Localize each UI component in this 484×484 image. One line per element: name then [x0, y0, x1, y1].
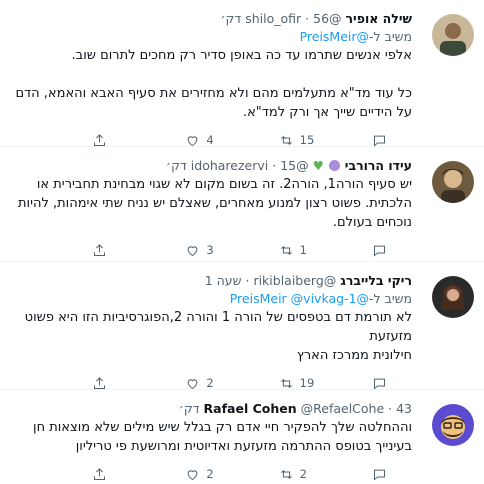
share-icon — [94, 243, 105, 256]
reply-button[interactable] — [372, 133, 412, 148]
heart-icon — [187, 469, 198, 480]
retweet-button[interactable]: 15 — [279, 133, 319, 148]
like-button[interactable]: 2 — [185, 467, 225, 482]
like-button[interactable]: 4 — [185, 133, 225, 148]
author-handle[interactable]: @rikiblaiberg — [253, 273, 336, 288]
retweet-count: 2 — [299, 467, 307, 481]
share-icon — [94, 133, 105, 146]
heart-icon — [187, 245, 198, 256]
reply-context: משיב ל-@PreisMeir @vivkag-1 — [12, 290, 412, 308]
tweet-feed: שילה אופיר @shilo_ofir · 56 דק׳ משיב ל-@… — [0, 0, 484, 481]
like-count: 2 — [206, 467, 214, 481]
retweet-icon — [280, 378, 292, 388]
purple-circle-icon — [328, 160, 340, 171]
share-button[interactable] — [92, 243, 132, 258]
reply-prefix: משיב ל- — [369, 291, 412, 306]
retweet-count: 15 — [299, 133, 315, 147]
author-name[interactable]: Rafael Cohen — [204, 401, 297, 416]
tweet-actions: 3 1 — [92, 240, 412, 260]
tweet[interactable]: Rafael Cohen @RefaelCohe · 43 דק׳ וההחלט… — [0, 390, 484, 481]
share-button[interactable] — [92, 376, 132, 391]
tweet-text: וההחלטה שלך להפקיר חיי אדם רק בגלל שיש מ… — [28, 420, 412, 454]
tweet-text: אלפי אנשים שתרמו עד כה באופן סדיר רק מחכ… — [15, 48, 412, 120]
retweet-icon — [280, 469, 292, 479]
reply-prefix: משיב ל- — [369, 29, 412, 44]
tweet-actions: 2 2 — [92, 464, 412, 484]
tweet-header: עידו הרורבי ♥ @idoharezervi · 15 דק׳ — [165, 158, 412, 173]
share-icon — [94, 376, 105, 389]
tweet-header: ריקי בלייברג @rikiblaiberg · שעה 1 — [204, 273, 412, 288]
reply-context: משיב ל-@PreisMeir — [12, 28, 412, 46]
timestamp[interactable]: שעה 1 — [205, 273, 242, 288]
author-name[interactable]: ריקי בלייברג — [340, 273, 412, 288]
avatar[interactable] — [432, 161, 474, 203]
tweet-text: יש סעיף הורה1, הורה2. זה בשום מקום לא שג… — [13, 177, 412, 230]
reply-button[interactable] — [372, 243, 412, 258]
heart-icon — [187, 135, 198, 146]
like-button[interactable]: 2 — [185, 376, 225, 391]
retweet-icon — [280, 135, 292, 145]
like-count: 4 — [206, 133, 214, 147]
retweet-button[interactable]: 1 — [279, 243, 319, 258]
share-button[interactable] — [92, 133, 132, 148]
retweet-button[interactable]: 19 — [279, 376, 319, 391]
author-handle[interactable]: @RefaelCohe — [301, 401, 385, 416]
tweet-header: שילה אופיר @shilo_ofir · 56 דק׳ — [220, 11, 412, 26]
reply-icon — [373, 245, 385, 257]
reply-icon — [373, 378, 385, 390]
tweet[interactable]: עידו הרורבי ♥ @idoharezervi · 15 דק׳ יש … — [0, 147, 484, 262]
retweet-count: 1 — [299, 243, 307, 257]
author-name[interactable]: עידו הרורבי — [345, 158, 412, 173]
reply-icon — [373, 135, 385, 147]
avatar[interactable] — [432, 276, 474, 318]
reply-button[interactable] — [372, 467, 412, 482]
share-button[interactable] — [92, 467, 132, 482]
retweet-button[interactable]: 2 — [279, 467, 319, 482]
like-count: 3 — [206, 243, 214, 257]
heart-icon — [187, 378, 198, 389]
tweet[interactable]: ריקי בלייברג @rikiblaiberg · שעה 1 משיב … — [0, 262, 484, 390]
green-heart-icon: ♥ — [312, 158, 324, 173]
reply-button[interactable] — [372, 376, 412, 391]
retweet-count: 19 — [299, 376, 315, 390]
like-count: 2 — [206, 376, 214, 390]
reply-icon — [373, 469, 385, 481]
tweet-text: לא תורמת דם בטפסים של הורה 1 והורה 2,הפו… — [24, 310, 412, 363]
avatar[interactable] — [432, 14, 474, 56]
author-name[interactable]: שילה אופיר — [346, 11, 412, 26]
share-icon — [94, 467, 105, 480]
tweet[interactable]: שילה אופיר @shilo_ofir · 56 דק׳ משיב ל-@… — [0, 0, 484, 147]
retweet-icon — [280, 245, 292, 255]
like-button[interactable]: 3 — [185, 243, 225, 258]
avatar[interactable] — [432, 404, 474, 446]
reply-mention-2[interactable]: @vivkag-1 — [291, 291, 357, 306]
reply-mention[interactable]: @PreisMeir — [300, 29, 369, 44]
tweet-header: Rafael Cohen @RefaelCohe · 43 דק׳ — [178, 401, 412, 416]
